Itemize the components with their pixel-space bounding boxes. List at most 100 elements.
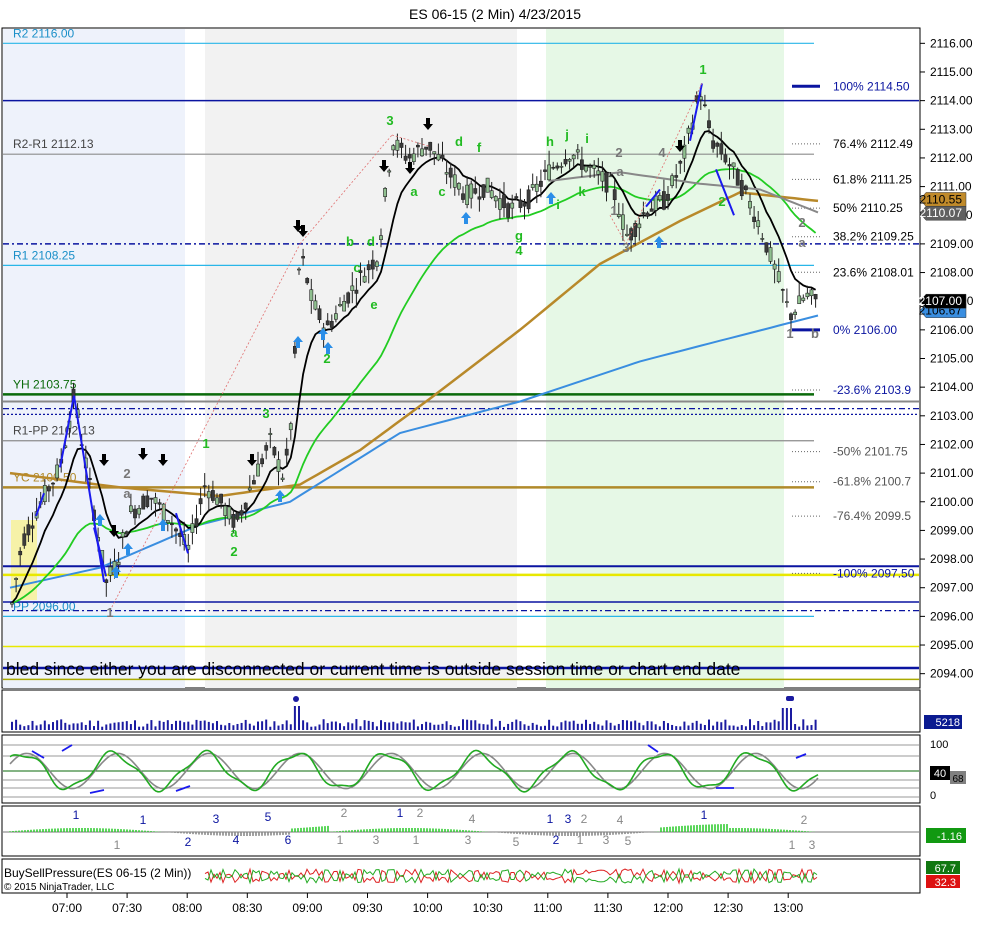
candle-body [309,289,314,301]
wave-number: 1 [413,833,420,847]
wave-number: 5 [625,834,632,848]
candle-body [325,320,330,326]
candle-body [219,493,224,504]
candle-body [407,154,412,159]
candle-body [768,247,773,262]
wave-label-gray: 1 [106,605,113,620]
candle-body [420,148,424,157]
osc-tag-black-value: 40 [934,768,946,780]
candle-body [469,183,474,199]
candle-body [239,510,244,516]
candle-body [543,169,547,172]
candle-body [489,190,494,198]
candle-body [424,146,429,150]
candle-body [399,142,404,148]
candle-body [342,301,347,312]
candle-body [674,175,679,178]
wave-number: 2 [553,833,560,847]
candle-body [764,242,769,253]
osc-tag-gray-value: 68 [952,774,964,785]
candle-body [288,423,293,431]
candle-body [243,502,248,510]
candle-body [760,238,765,240]
candle-body [104,579,109,583]
candle-body [215,497,219,505]
time-tick-label: 11:30 [593,901,622,915]
candle-body [616,213,621,217]
price-tick-label: 2113.00 [930,122,973,136]
bsp-tag-red-value: 32.3 [935,877,956,889]
candle-body [584,165,588,172]
price-tick-label: 2100.00 [930,495,974,509]
wave-label-green: d [455,134,463,149]
wave-number: 2 [417,806,424,820]
wave-label-gray: 4 [658,145,666,160]
osc-axis-top: 100 [930,739,948,751]
candle-body [526,189,531,210]
price-tick-label: 2101.00 [930,466,974,480]
candle-body [116,561,121,566]
time-axis: 07:00 07:30 08:00 08:30 09:00 09:30 10:00 10:30… [52,893,804,915]
candle-body [88,478,92,480]
candle-body [502,194,506,209]
pivot-label: R2 2116.00 [13,26,74,40]
candle-body [223,505,228,516]
time-tick-label: 13:00 [773,901,803,915]
candle-body [805,292,810,298]
pivot-label: R1 2108.25 [13,248,75,262]
candle-body [780,289,785,291]
candle-body [629,228,634,241]
candle-body [661,191,666,210]
candle-body [366,264,371,271]
wave-number: 3 [565,812,572,826]
candle-body [727,164,732,167]
candle-body [575,149,580,153]
wave-number: 3 [465,833,472,847]
candle-body [272,446,277,456]
wave-label-gray: 1 [786,326,793,341]
wave-label-green: d [367,234,375,249]
candle-body [55,464,60,479]
candle-body [563,158,568,165]
wave-label-gray: b [811,326,819,341]
candle-body [670,175,675,186]
wave-number: 5 [513,835,520,849]
candle-body [452,174,457,188]
candle-body [465,184,470,205]
wave-label-green: 1 [202,436,209,451]
candle-body [551,166,556,169]
candle-body [588,166,593,168]
candle-body [711,140,716,149]
candle-body [813,294,818,300]
candle-body [211,490,215,501]
fib-label: 0% 2106.00 [833,323,897,337]
fib-label: -61.8% 2100.7 [833,475,911,489]
candle-body [415,144,420,148]
wave-label-green: j [564,127,569,142]
wave-number: 1 [547,812,554,826]
candle-body [608,175,613,178]
time-tick-label: 09:00 [292,901,322,915]
price-tick-label: 2112.00 [930,151,973,165]
candle-body [10,602,14,605]
wave-number: 2 [341,806,348,820]
fib-label: -76.4% 2099.5 [833,509,911,523]
candle-body [809,289,814,297]
wave-label-green: c [438,184,445,199]
price-tick-label: 2099.00 [930,523,974,537]
fib-label: 23.6% 2108.01 [833,265,914,279]
price-tick-label: 2094.00 [930,667,974,681]
candle-body [350,285,355,291]
candle-body [26,524,31,536]
candle-body [477,196,482,200]
pivot-label: R2-R1 2112.13 [13,137,94,151]
candle-body [506,203,511,218]
candle-body [731,162,736,168]
wave-label-green: 2 [718,194,725,209]
wave-number: 5 [265,810,272,824]
candle-body [678,160,683,164]
candle-body [362,275,367,283]
wave-number: 3 [603,833,610,847]
candle-body [264,445,269,451]
candle-body [518,199,523,208]
